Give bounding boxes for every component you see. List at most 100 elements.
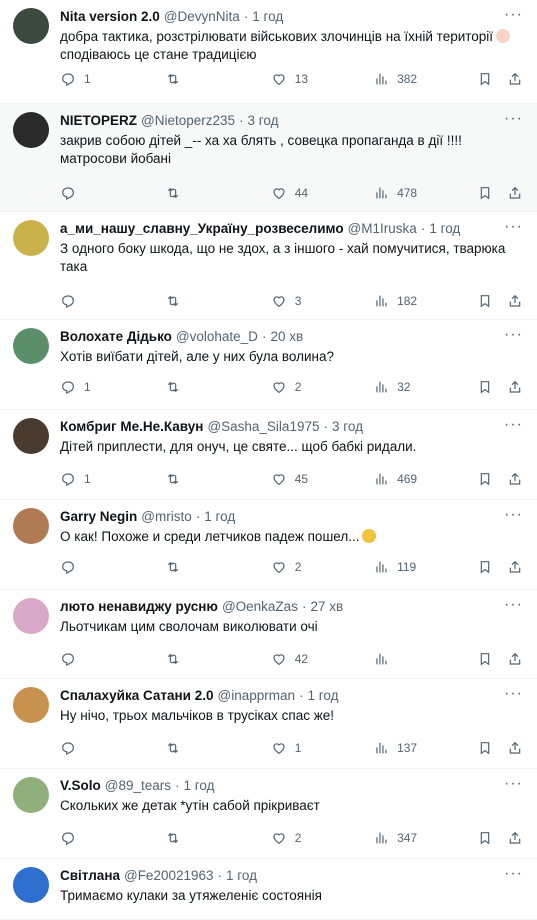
- author-handle[interactable]: @OenkaZas: [222, 598, 298, 616]
- author-handle[interactable]: @Sasha_Sila1975: [207, 418, 319, 436]
- reply-button[interactable]: [60, 651, 165, 667]
- like-button[interactable]: 2: [271, 559, 373, 575]
- reply-button[interactable]: [60, 185, 165, 201]
- tweet[interactable]: а_ми_нашу_славну_Україну_розвеселимо @M1…: [0, 212, 537, 320]
- like-button[interactable]: 2: [271, 830, 373, 846]
- timestamp[interactable]: 27 хв: [310, 598, 343, 616]
- like-button[interactable]: 45: [271, 471, 373, 487]
- views-button[interactable]: 347: [373, 830, 477, 846]
- timestamp[interactable]: 1 год: [226, 867, 257, 885]
- views-button[interactable]: [373, 651, 477, 667]
- avatar[interactable]: [13, 328, 49, 364]
- author-handle[interactable]: @DevynNita: [164, 8, 240, 26]
- like-button[interactable]: 1: [271, 740, 373, 756]
- author-name[interactable]: а_ми_нашу_славну_Україну_розвеселимо: [60, 220, 344, 238]
- tweet[interactable]: NIETOPERZ @Nietoperz235 · 3 год ··· закр…: [0, 104, 537, 212]
- tweet[interactable]: Волохате Дідько @volohate_D · 20 хв ··· …: [0, 320, 537, 410]
- timestamp[interactable]: 1 год: [204, 508, 235, 526]
- timestamp[interactable]: 1 год: [308, 687, 339, 705]
- more-icon[interactable]: ···: [504, 111, 523, 127]
- more-icon[interactable]: ···: [504, 219, 523, 235]
- author-name[interactable]: V.Solo: [60, 777, 101, 795]
- author-name[interactable]: Nita version 2.0: [60, 8, 160, 26]
- author-name[interactable]: Волохате Дідько: [60, 328, 172, 346]
- tweet[interactable]: V.Solo @89_tears · 1 год ··· Скольких же…: [0, 769, 537, 859]
- share-button[interactable]: [507, 293, 523, 309]
- bookmark-button[interactable]: [477, 71, 507, 87]
- reply-button[interactable]: [60, 830, 165, 846]
- avatar[interactable]: [13, 8, 49, 44]
- retweet-button[interactable]: [165, 293, 270, 309]
- timestamp[interactable]: 3 год: [332, 418, 363, 436]
- author-name[interactable]: Світлана: [60, 867, 120, 885]
- author-handle[interactable]: @inapprman: [218, 687, 296, 705]
- bookmark-button[interactable]: [477, 379, 507, 395]
- tweet[interactable]: Nita version 2.0 @DevynNita · 1 год ··· …: [0, 0, 537, 104]
- author-name[interactable]: Комбриг Ме.Не.Кавун: [60, 418, 203, 436]
- avatar[interactable]: [13, 220, 49, 256]
- tweet[interactable]: Garry Negin @mristo · 1 год ··· О как! П…: [0, 500, 537, 590]
- reply-button[interactable]: 1: [60, 471, 165, 487]
- retweet-button[interactable]: [165, 651, 270, 667]
- more-icon[interactable]: ···: [504, 776, 523, 792]
- timestamp[interactable]: 1 год: [184, 777, 215, 795]
- like-button[interactable]: 3: [271, 293, 373, 309]
- author-name[interactable]: Спалахуйка Сатани 2.0: [60, 687, 214, 705]
- avatar[interactable]: [13, 867, 49, 903]
- views-button[interactable]: 469: [373, 471, 477, 487]
- retweet-button[interactable]: [165, 71, 270, 87]
- retweet-button[interactable]: [165, 379, 270, 395]
- bookmark-button[interactable]: [477, 740, 507, 756]
- more-icon[interactable]: ···: [504, 597, 523, 613]
- like-button[interactable]: 2: [271, 379, 373, 395]
- share-button[interactable]: [507, 379, 523, 395]
- bookmark-button[interactable]: [477, 185, 507, 201]
- views-button[interactable]: 478: [373, 185, 477, 201]
- author-handle[interactable]: @Nietoperz235: [141, 112, 235, 130]
- more-icon[interactable]: ···: [504, 7, 523, 23]
- share-button[interactable]: [507, 471, 523, 487]
- timestamp[interactable]: 1 год: [252, 8, 283, 26]
- avatar[interactable]: [13, 687, 49, 723]
- share-button[interactable]: [507, 651, 523, 667]
- avatar[interactable]: [13, 508, 49, 544]
- avatar[interactable]: [13, 598, 49, 634]
- more-icon[interactable]: ···: [504, 866, 523, 882]
- bookmark-button[interactable]: [477, 651, 507, 667]
- views-button[interactable]: 137: [373, 740, 477, 756]
- like-button[interactable]: 13: [271, 71, 373, 87]
- author-handle[interactable]: @Fe20021963: [124, 867, 214, 885]
- retweet-button[interactable]: [165, 830, 270, 846]
- share-button[interactable]: [507, 740, 523, 756]
- reply-button[interactable]: 1: [60, 379, 165, 395]
- tweet[interactable]: Світлана @Fe20021963 · 1 год ··· Тримаєм…: [0, 859, 537, 920]
- author-name[interactable]: Garry Negin: [60, 508, 137, 526]
- timestamp[interactable]: 1 год: [429, 220, 460, 238]
- avatar[interactable]: [13, 418, 49, 454]
- author-handle[interactable]: @mristo: [141, 508, 191, 526]
- more-icon[interactable]: ···: [504, 327, 523, 343]
- like-button[interactable]: 44: [271, 185, 373, 201]
- views-button[interactable]: 182: [373, 293, 477, 309]
- views-button[interactable]: 32: [373, 379, 477, 395]
- more-icon[interactable]: ···: [504, 686, 523, 702]
- retweet-button[interactable]: [165, 471, 270, 487]
- share-button[interactable]: [507, 71, 523, 87]
- tweet[interactable]: Спалахуйка Сатани 2.0 @inapprman · 1 год…: [0, 679, 537, 769]
- author-handle[interactable]: @M1Iruska: [348, 220, 417, 238]
- avatar[interactable]: [13, 777, 49, 813]
- reply-button[interactable]: [60, 740, 165, 756]
- retweet-button[interactable]: [165, 740, 270, 756]
- like-button[interactable]: 42: [271, 651, 373, 667]
- more-icon[interactable]: ···: [504, 507, 523, 523]
- retweet-button[interactable]: [165, 559, 270, 575]
- tweet[interactable]: люто ненавиджу русню @OenkaZas · 27 хв ·…: [0, 590, 537, 679]
- tweet[interactable]: Комбриг Ме.Не.Кавун @Sasha_Sila1975 · 3 …: [0, 410, 537, 500]
- bookmark-button[interactable]: [477, 293, 507, 309]
- author-name[interactable]: NIETOPERZ: [60, 112, 137, 130]
- bookmark-button[interactable]: [477, 830, 507, 846]
- author-handle[interactable]: @89_tears: [105, 777, 171, 795]
- bookmark-button[interactable]: [477, 559, 507, 575]
- reply-button[interactable]: [60, 559, 165, 575]
- avatar[interactable]: [13, 112, 49, 148]
